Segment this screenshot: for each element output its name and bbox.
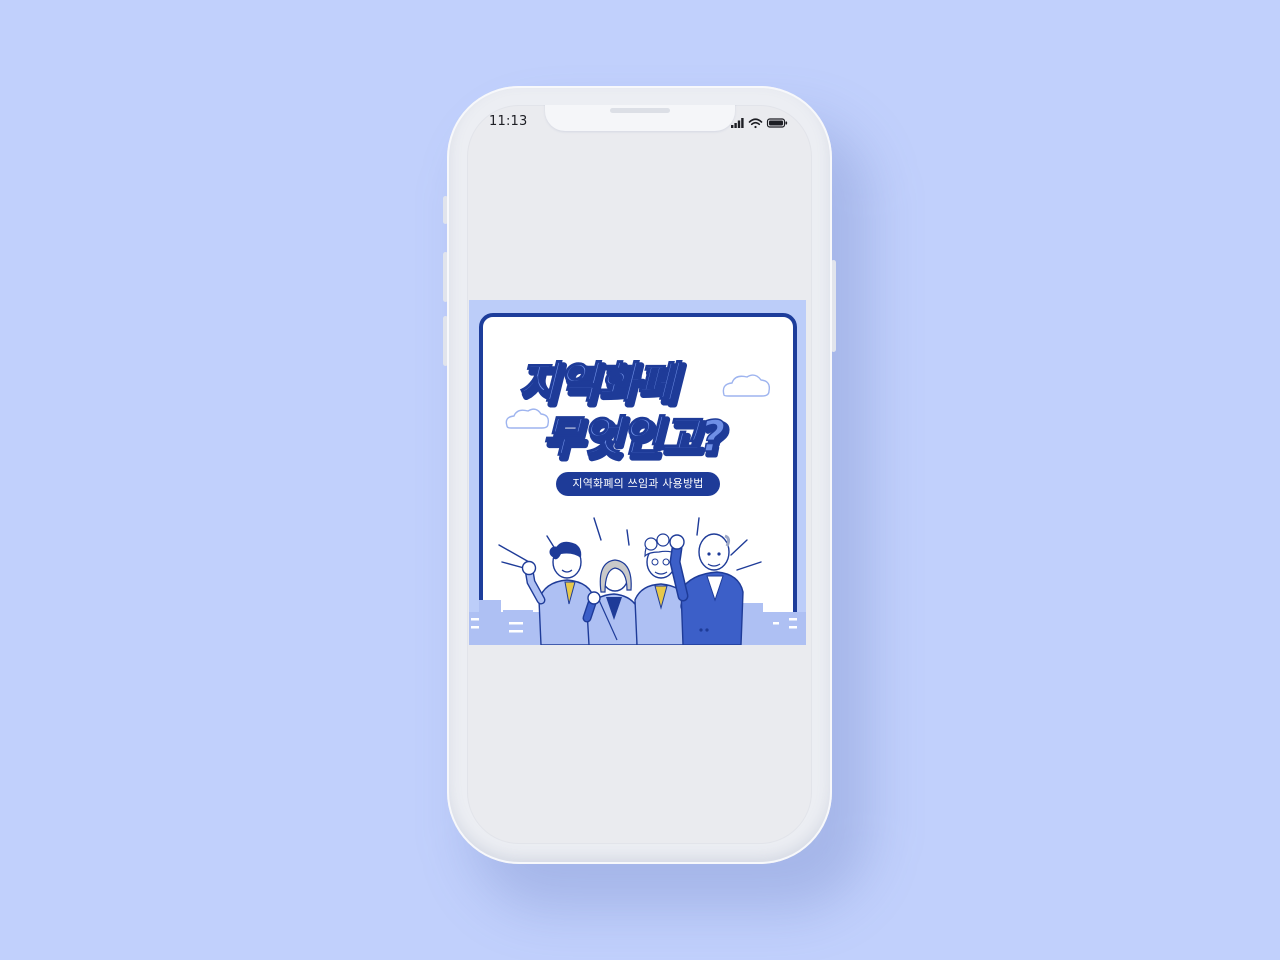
promo-banner[interactable]: 지역화폐 지역화폐 무엇인고? 무엇인고? 지역화폐의 쓰임과 사용방법 — [469, 300, 806, 645]
wifi-icon — [748, 118, 763, 129]
headline-line1: 지역화폐 — [518, 358, 683, 408]
phone-notch — [545, 105, 735, 131]
signal-icon — [731, 118, 744, 128]
cloud-icon — [722, 374, 771, 397]
battery-icon — [766, 118, 788, 128]
headline: 지역화폐 지역화폐 무엇인고? 무엇인고? — [517, 357, 730, 468]
headline-line2: 무엇인고? — [542, 412, 725, 462]
speaker-grille — [610, 108, 670, 113]
subtitle-pill: 지역화폐의 쓰임과 사용방법 — [556, 472, 720, 496]
character-woman-middle — [582, 559, 640, 645]
status-icons — [731, 118, 788, 129]
phone-screen: 11:13 지역화폐 지역화폐 무엇인고? 무엇인고? 지역화폐의 쓰임과 사용… — [467, 105, 812, 844]
status-time: 11:13 — [489, 114, 528, 129]
